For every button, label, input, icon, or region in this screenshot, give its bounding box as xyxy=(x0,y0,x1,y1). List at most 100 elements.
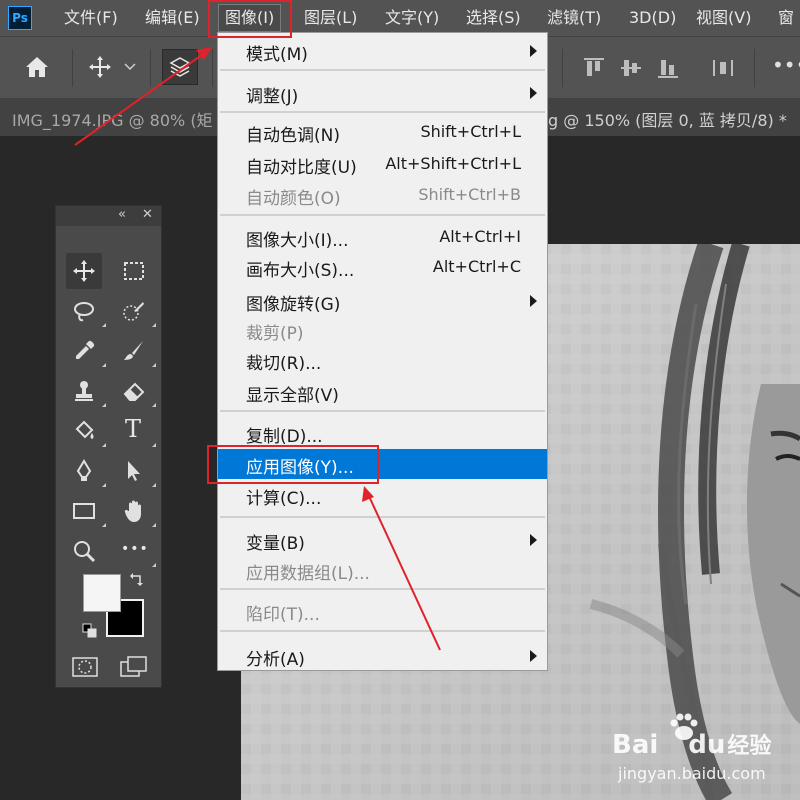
menu-item-label: 模式(M) xyxy=(246,45,308,65)
hand-tool-icon[interactable] xyxy=(116,493,156,529)
eyedropper-tool-icon[interactable] xyxy=(66,333,106,369)
divider xyxy=(150,49,151,87)
menu-item-label: 自动色调(N) xyxy=(246,126,340,146)
submenu-arrow-icon xyxy=(530,45,537,57)
divider xyxy=(212,49,213,87)
tab-active-document[interactable]: g @ 150% (图层 0, 蓝 拷贝/8) * xyxy=(548,107,787,131)
menu-item-label: 应用数据组(L)... xyxy=(246,564,370,584)
menu-item-auto-tone[interactable]: 自动色调(N) Shift+Ctrl+L xyxy=(218,117,547,147)
menu-bar: Ps 文件(F) 编辑(E) 图像(I) 图层(L) 文字(Y) 选择(S) 滤… xyxy=(0,0,800,36)
menu-item-image-size[interactable]: 图像大小(I)... Alt+Ctrl+I xyxy=(218,222,547,252)
more-tools-icon[interactable]: ••• xyxy=(116,533,156,569)
home-icon[interactable] xyxy=(24,55,50,79)
menu-item-label: 变量(B) xyxy=(246,534,305,554)
eraser-tool-icon[interactable] xyxy=(116,373,156,409)
watermark-brand2: du xyxy=(688,730,726,760)
default-colors-icon[interactable] xyxy=(82,623,98,639)
menu-item-shortcut: Alt+Shift+Ctrl+L xyxy=(385,154,521,173)
submenu-arrow-icon xyxy=(530,87,537,99)
align-top-icon[interactable] xyxy=(583,57,605,79)
menu-item-trim[interactable]: 裁切(R)... xyxy=(218,345,547,375)
path-select-tool-icon[interactable] xyxy=(116,453,156,489)
annotation-box-apply-image xyxy=(207,445,379,484)
menu-item-label: 自动颜色(O) xyxy=(246,189,341,209)
marquee-tool-icon[interactable] xyxy=(116,253,152,289)
menu-item-image-rotation[interactable]: 图像旋转(G) xyxy=(218,286,547,316)
type-tool-glyph: T xyxy=(125,415,142,443)
menu-item-label: 裁剪(P) xyxy=(246,324,304,344)
pen-tool-icon[interactable] xyxy=(66,453,106,489)
distribute-icon[interactable] xyxy=(712,57,734,79)
menu-item-label: 复制(D)... xyxy=(246,427,323,447)
swap-colors-icon[interactable] xyxy=(129,572,145,588)
menu-item-reveal-all[interactable]: 显示全部(V) xyxy=(218,377,547,407)
menu-view[interactable]: 视图(V) xyxy=(696,6,751,30)
more-icon[interactable]: ••• xyxy=(772,51,800,79)
menu-item-crop[interactable]: 裁剪(P) xyxy=(218,315,547,345)
quick-mask-icon[interactable] xyxy=(72,656,98,678)
menu-item-label: 图像旋转(G) xyxy=(246,295,341,315)
menu-item-auto-color[interactable]: 自动颜色(O) Shift+Ctrl+B xyxy=(218,180,547,210)
divider xyxy=(754,49,755,87)
submenu-arrow-icon xyxy=(530,650,537,662)
brush-tool-icon[interactable] xyxy=(116,333,156,369)
menu-separator xyxy=(220,516,545,518)
menu-item-auto-contrast[interactable]: 自动对比度(U) Alt+Shift+Ctrl+L xyxy=(218,149,547,179)
menu-item-trap[interactable]: 陷印(T)... xyxy=(218,596,547,626)
collapse-icon[interactable]: « xyxy=(118,207,126,222)
tools-panel: « ✕ T ••• xyxy=(55,205,162,688)
stamp-tool-icon[interactable] xyxy=(66,373,106,409)
menu-filter[interactable]: 滤镜(T) xyxy=(547,6,601,30)
menu-3d[interactable]: 3D(D) xyxy=(629,6,676,30)
align-vcenter-icon[interactable] xyxy=(620,57,642,79)
menu-edit[interactable]: 编辑(E) xyxy=(145,6,200,30)
menu-item-variables[interactable]: 变量(B) xyxy=(218,525,547,555)
chevron-down-icon[interactable] xyxy=(124,63,136,71)
menu-item-mode[interactable]: 模式(M) xyxy=(218,36,547,66)
screen-mode-icon[interactable] xyxy=(120,656,148,678)
menu-item-label: 显示全部(V) xyxy=(246,386,339,406)
menu-separator xyxy=(220,69,545,71)
menu-file[interactable]: 文件(F) xyxy=(64,6,118,30)
menu-item-canvas-size[interactable]: 画布大小(S)... Alt+Ctrl+C xyxy=(218,252,547,282)
menu-item-label: 自动对比度(U) xyxy=(246,158,357,178)
menu-item-label: 计算(C)... xyxy=(246,489,322,509)
menu-item-adjustments[interactable]: 调整(J) xyxy=(218,78,547,108)
quick-select-tool-icon[interactable] xyxy=(116,293,156,329)
watermark-brand: Bai xyxy=(612,730,659,760)
lasso-tool-icon[interactable] xyxy=(66,293,106,329)
menu-item-label: 陷印(T)... xyxy=(246,605,320,625)
move-icon[interactable] xyxy=(88,55,112,79)
menu-window[interactable]: 窗 xyxy=(778,6,794,30)
tab-img-1974[interactable]: IMG_1974.JPG @ 80% (矩 xyxy=(12,107,213,131)
type-tool-icon[interactable]: T xyxy=(116,413,156,449)
menu-item-label: 图像大小(I)... xyxy=(246,231,349,251)
menu-item-apply-data-set[interactable]: 应用数据组(L)... xyxy=(218,555,547,585)
image-menu-dropdown: 模式(M) 调整(J) 自动色调(N) Shift+Ctrl+L 自动对比度(U… xyxy=(217,32,548,671)
menu-item-label: 裁切(R)... xyxy=(246,354,322,374)
menu-select[interactable]: 选择(S) xyxy=(466,6,521,30)
rectangle-tool-icon[interactable] xyxy=(66,493,106,529)
menu-item-calculations[interactable]: 计算(C)... xyxy=(218,480,547,510)
menu-item-label: 分析(A) xyxy=(246,650,305,670)
paint-bucket-tool-icon[interactable] xyxy=(66,413,106,449)
divider xyxy=(562,49,563,87)
align-bottom-icon[interactable] xyxy=(657,57,679,79)
menu-item-label: 画布大小(S)... xyxy=(246,261,355,281)
menu-item-analysis[interactable]: 分析(A) xyxy=(218,641,547,671)
tools-panel-header[interactable]: « ✕ xyxy=(56,206,161,226)
move-tool-icon[interactable] xyxy=(66,253,102,289)
photoshop-logo: Ps xyxy=(8,6,32,30)
menu-separator xyxy=(220,214,545,216)
submenu-arrow-icon xyxy=(530,534,537,546)
menu-separator xyxy=(220,588,545,590)
close-icon[interactable]: ✕ xyxy=(142,207,153,222)
watermark-url: jingyan.baidu.com xyxy=(618,764,766,783)
menu-item-duplicate[interactable]: 复制(D)... xyxy=(218,418,547,448)
more-tools-glyph: ••• xyxy=(121,541,149,557)
menu-type[interactable]: 文字(Y) xyxy=(385,6,439,30)
zoom-tool-icon[interactable] xyxy=(66,533,102,569)
foreground-color-swatch[interactable] xyxy=(83,574,121,612)
layers-select-button[interactable] xyxy=(162,49,198,85)
menu-layer[interactable]: 图层(L) xyxy=(304,6,357,30)
